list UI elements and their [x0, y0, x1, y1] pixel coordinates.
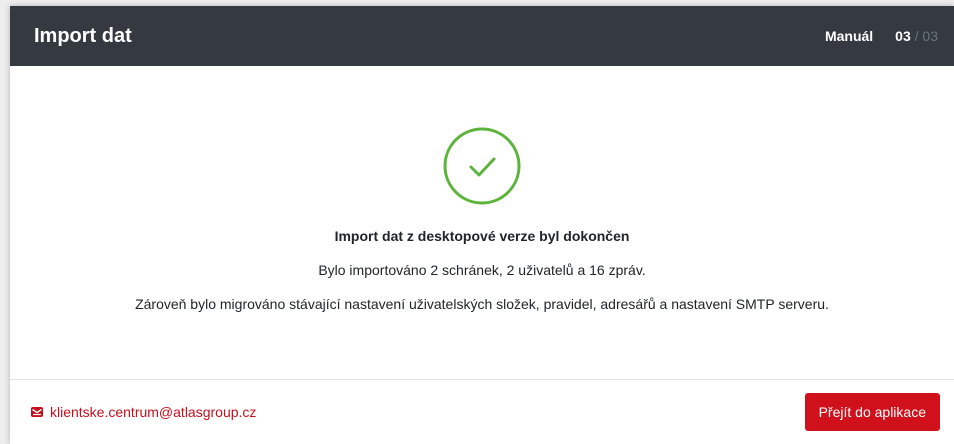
dialog-title: Import dat [34, 24, 132, 47]
step-total: 03 [922, 28, 938, 44]
dialog-body: Import dat z desktopové verze byl dokonč… [10, 66, 954, 380]
go-to-app-button[interactable]: Přejít do aplikace [804, 393, 940, 431]
step-current: 03 [895, 28, 911, 44]
contact-email-link[interactable]: klientske.centrum@atlasgroup.cz [30, 404, 256, 420]
mail-icon [31, 407, 43, 417]
dialog-footer: klientske.centrum@atlasgroup.cz Přejít d… [10, 380, 954, 444]
completion-headline: Import dat z desktopové verze byl dokonč… [334, 228, 630, 244]
import-summary: Bylo importováno 2 schránek, 2 uživatelů… [318, 262, 646, 278]
contact-email: klientske.centrum@atlasgroup.cz [50, 404, 257, 420]
manual-link[interactable]: Manuál [825, 28, 873, 44]
check-circle-icon [443, 127, 521, 205]
header-actions: Manuál 03 / 03 [825, 28, 938, 44]
dialog-header: Import dat Manuál 03 / 03 [10, 6, 954, 66]
step-indicator: 03 / 03 [895, 28, 938, 44]
import-dialog: Import dat Manuál 03 / 03 Import dat z d… [10, 6, 954, 444]
step-separator: / [914, 28, 919, 44]
migration-note: Zároveň bylo migrováno stávající nastave… [135, 296, 829, 312]
